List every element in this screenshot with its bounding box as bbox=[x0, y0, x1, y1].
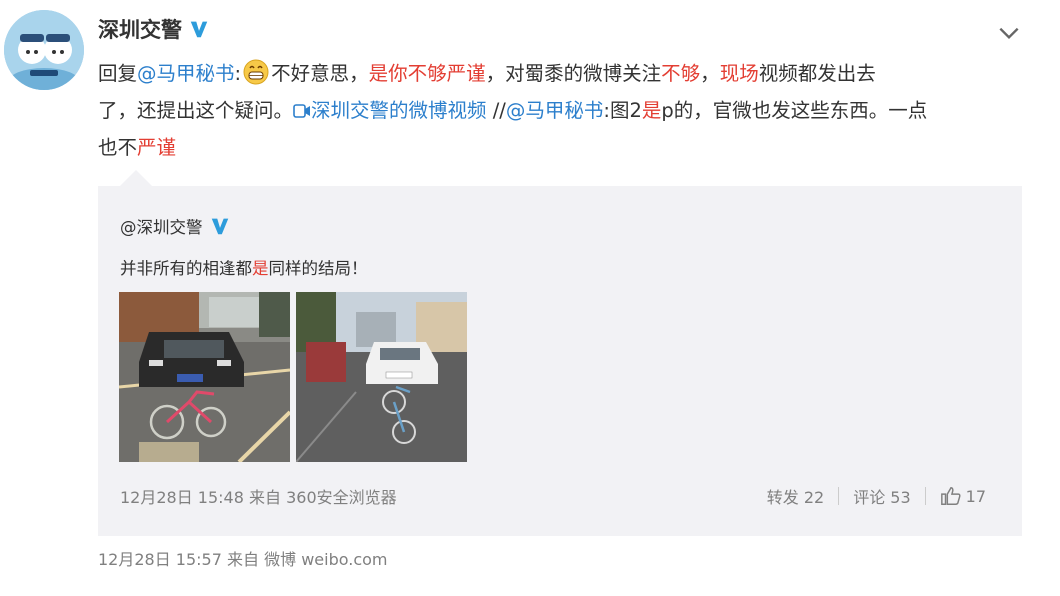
verified-icon bbox=[190, 21, 208, 38]
quoted-meta: 12月28日 15:48 来自 360安全浏览器 bbox=[120, 484, 397, 508]
highlight-text: 严谨 bbox=[137, 136, 177, 159]
colon: : bbox=[234, 62, 242, 85]
quoted-photo-2[interactable] bbox=[296, 292, 467, 462]
from-label: 来自 bbox=[227, 550, 260, 569]
grin-emoji-icon bbox=[243, 59, 269, 85]
like-icon bbox=[940, 487, 961, 505]
from-label: 来自 bbox=[249, 488, 282, 507]
text-segment: :图2 bbox=[603, 99, 642, 122]
author-name-row: 深圳交警 bbox=[98, 14, 210, 44]
divider bbox=[838, 487, 840, 505]
highlight-text: 不够 bbox=[661, 62, 701, 85]
video-link-label[interactable]: 深圳交警的微博视频 bbox=[311, 99, 487, 122]
quoted-photo-1[interactable] bbox=[119, 292, 290, 462]
text-segment: ，对蜀黍的微博关注 bbox=[485, 62, 662, 85]
quoted-actions: 转发 22 评论 53 17 bbox=[767, 484, 986, 508]
post-meta: 12月28日 15:57 来自 微博 weibo.com bbox=[98, 546, 388, 570]
text-segment: 并非所有的相逢都 bbox=[120, 259, 252, 278]
text-segment: 也不 bbox=[98, 136, 138, 159]
repost-button[interactable]: 转发 22 bbox=[767, 484, 824, 508]
text-segment: ， bbox=[700, 62, 720, 85]
text-segment: 不好意思， bbox=[271, 62, 369, 85]
mention-link[interactable]: @马甲秘书 bbox=[137, 62, 235, 85]
highlight-text: 是 bbox=[641, 99, 662, 122]
quoted-source[interactable]: 360安全浏览器 bbox=[286, 488, 397, 507]
verified-icon bbox=[211, 218, 228, 235]
post-date[interactable]: 12月28日 15:57 bbox=[98, 550, 222, 569]
quoted-author[interactable]: @深圳交警 bbox=[120, 214, 203, 238]
chevron-down-icon[interactable] bbox=[996, 20, 1022, 46]
highlight-text: 现场 bbox=[719, 62, 759, 85]
text-segment: 视频都发出去 bbox=[758, 62, 876, 85]
video-link[interactable]: 深圳交警的微博视频 bbox=[293, 99, 487, 122]
highlight-text: 是 bbox=[252, 259, 269, 278]
divider bbox=[924, 487, 926, 505]
author-name[interactable]: 深圳交警 bbox=[98, 14, 182, 44]
highlight-text: 是你不够严谨 bbox=[368, 62, 486, 85]
text-segment: 同样的结局！ bbox=[268, 259, 368, 278]
text-segment: // bbox=[486, 99, 506, 122]
post-source[interactable]: 微博 weibo.com bbox=[264, 550, 387, 569]
like-count: 17 bbox=[965, 486, 986, 506]
avatar[interactable] bbox=[4, 10, 84, 90]
quoted-author-row: @深圳交警 bbox=[120, 214, 231, 238]
video-icon bbox=[293, 104, 311, 118]
text-segment: p的，官微也发这些东西。一点 bbox=[661, 99, 928, 122]
text-segment: 了，还提出这个疑问。 bbox=[98, 99, 294, 122]
comment-button[interactable]: 评论 53 bbox=[853, 484, 910, 508]
reply-prefix: 回复 bbox=[98, 62, 138, 85]
quote-pointer bbox=[120, 170, 152, 186]
post-content: 回复@马甲秘书: 不好意思，是你不够严谨，对蜀黍的微博关注不够，现场视频都发出去了… bbox=[98, 55, 1018, 166]
quoted-text: 并非所有的相逢都是同样的结局！ bbox=[120, 255, 368, 279]
quoted-date[interactable]: 12月28日 15:48 bbox=[120, 488, 244, 507]
like-button[interactable]: 17 bbox=[940, 485, 986, 507]
mention-link[interactable]: @马甲秘书 bbox=[506, 99, 604, 122]
